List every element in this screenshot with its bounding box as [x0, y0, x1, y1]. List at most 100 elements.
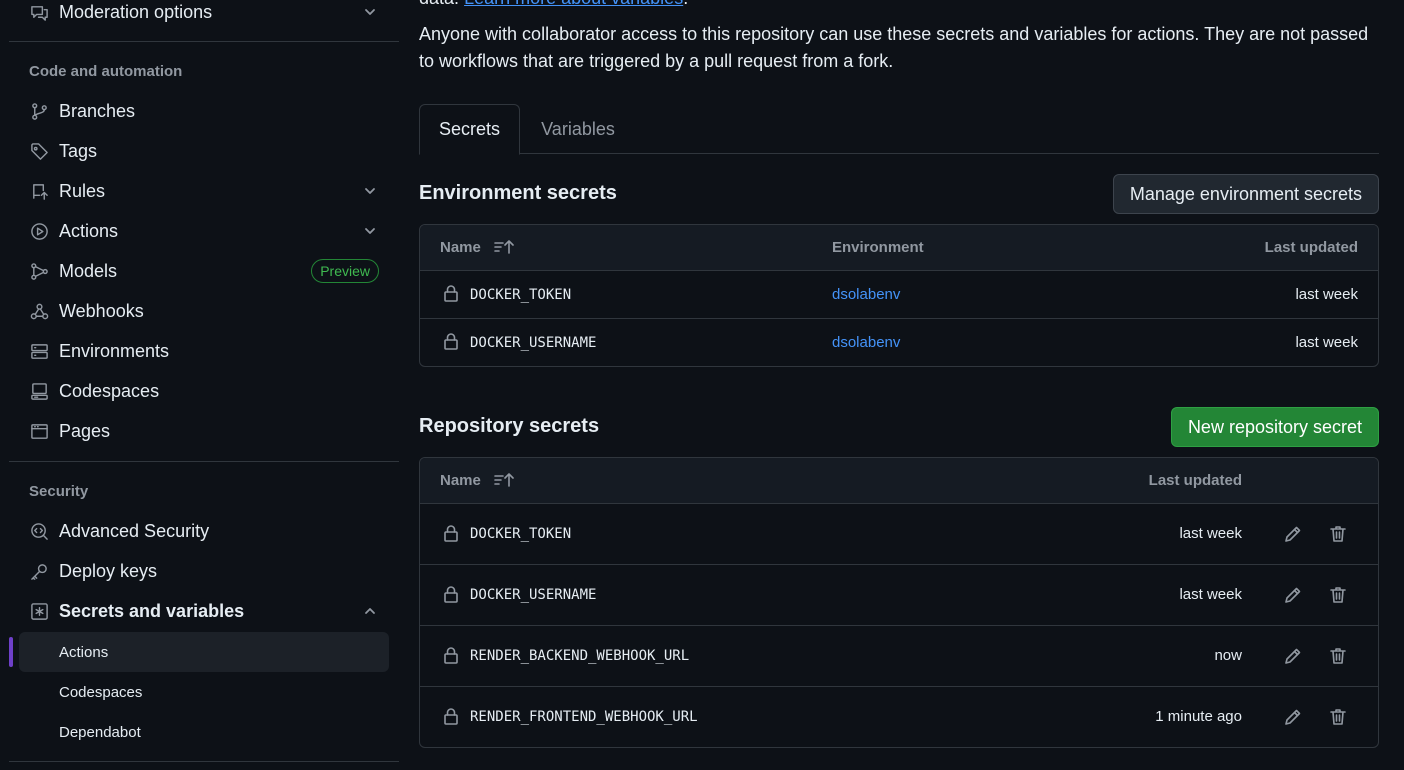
pencil-icon[interactable] — [1283, 524, 1303, 544]
lock-icon — [442, 707, 460, 725]
sidebar-item-label: Tags — [59, 140, 98, 161]
sidebar-item-label: Actions — [59, 220, 119, 241]
active-indicator — [9, 637, 13, 667]
sidebar-item-pages[interactable]: Pages — [19, 413, 389, 449]
secret-name: DOCKER_TOKEN — [470, 287, 572, 303]
table-header: Name Environment Last updated — [420, 225, 1378, 271]
table-header: Name Last updated — [420, 458, 1378, 504]
server-icon — [29, 341, 49, 361]
repository-secrets-heading: Repository secrets — [419, 415, 600, 437]
sidebar-item-branches[interactable]: Branches — [19, 93, 389, 129]
tab-secrets[interactable]: Secrets — [419, 104, 520, 155]
secrets-variables-tabs: Secrets Variables — [419, 104, 1379, 155]
comment-discussion-icon — [29, 2, 49, 22]
sidebar-item-label: Moderation options — [59, 1, 213, 22]
learn-more-variables-link[interactable]: Learn more about variables — [464, 0, 683, 8]
sidebar-item-tags[interactable]: Tags — [19, 133, 389, 169]
sidebar-divider — [9, 461, 399, 462]
sidebar-item-label: Models — [59, 260, 118, 281]
table-row: DOCKER_TOKEN dsolabenv last week — [420, 271, 1378, 319]
last-updated: last week — [1179, 586, 1242, 603]
repository-secrets-table: Name Last updated DOCKER_TOKEN last week… — [419, 457, 1379, 748]
manage-environment-secrets-button[interactable]: Manage environment secrets — [1112, 174, 1379, 214]
sidebar-divider — [9, 41, 399, 42]
sidebar-item-label: Rules — [59, 180, 106, 201]
browser-icon — [29, 421, 49, 441]
sidebar-subitem-label: Actions — [59, 643, 109, 661]
lock-icon — [442, 332, 460, 350]
chevron-down-icon — [363, 184, 377, 198]
key-asterisk-icon — [29, 601, 49, 621]
sidebar-item-label: Environments — [59, 340, 170, 361]
preview-badge: Preview — [311, 259, 379, 283]
sidebar-subitem-dependabot[interactable]: Dependabot — [19, 712, 389, 752]
sidebar-item-label: Pages — [59, 420, 111, 441]
lock-icon — [442, 524, 460, 542]
sidebar-item-actions[interactable]: Actions — [19, 213, 389, 249]
ai-model-icon — [29, 261, 49, 281]
sort-ascending-icon[interactable] — [493, 238, 515, 256]
chevron-up-icon — [363, 604, 377, 618]
table-row: DOCKER_USERNAME last week — [420, 565, 1378, 626]
column-header-last-updated: Last updated — [1264, 239, 1358, 256]
trash-icon[interactable] — [1328, 707, 1348, 727]
sidebar-item-label: Branches — [59, 100, 136, 121]
sidebar-item-label: Webhooks — [59, 300, 144, 321]
sidebar-item-label: Advanced Security — [59, 520, 210, 541]
tab-variables[interactable]: Variables — [529, 104, 627, 154]
pencil-icon[interactable] — [1283, 707, 1303, 727]
column-header-last-updated: Last updated — [1148, 472, 1242, 489]
sort-ascending-icon[interactable] — [493, 471, 515, 489]
table-row: RENDER_BACKEND_WEBHOOK_URL now — [420, 626, 1378, 687]
last-updated: last week — [1295, 334, 1358, 351]
lock-icon — [442, 585, 460, 603]
pencil-icon[interactable] — [1283, 646, 1303, 666]
last-updated: 1 minute ago — [1155, 708, 1242, 725]
sidebar-subitem-label: Dependabot — [59, 723, 141, 741]
sidebar-subitem-actions[interactable]: Actions — [19, 632, 389, 672]
new-repository-secret-button[interactable]: New repository secret — [1170, 407, 1379, 447]
chevron-down-icon — [363, 224, 377, 238]
key-icon — [29, 561, 49, 581]
intro-suffix: . — [683, 0, 688, 8]
section-heading-code-and-automation: Code and automation — [29, 63, 183, 80]
sidebar-subitem-codespaces[interactable]: Codespaces — [19, 672, 389, 712]
sidebar-item-models[interactable]: Models Preview — [19, 253, 389, 289]
sidebar-item-rules[interactable]: Rules — [19, 173, 389, 209]
trash-icon[interactable] — [1328, 585, 1348, 605]
git-branch-icon — [29, 101, 49, 121]
sidebar-item-advanced-security[interactable]: Advanced Security — [19, 513, 389, 549]
chevron-down-icon — [363, 5, 377, 19]
tag-icon — [29, 141, 49, 161]
sidebar-item-webhooks[interactable]: Webhooks — [19, 293, 389, 329]
trash-icon[interactable] — [1328, 524, 1348, 544]
sidebar-item-label: Deploy keys — [59, 560, 158, 581]
table-row: RENDER_FRONTEND_WEBHOOK_URL 1 minute ago — [420, 687, 1378, 747]
intro-text-top: data. Learn more about variables. — [419, 0, 688, 9]
sidebar-item-environments[interactable]: Environments — [19, 333, 389, 369]
sidebar-item-secrets-and-variables[interactable]: Secrets and variables — [19, 593, 389, 629]
lock-icon — [442, 646, 460, 664]
intro-prefix: data. — [419, 0, 459, 8]
codescan-icon — [29, 521, 49, 541]
last-updated: last week — [1295, 286, 1358, 303]
intro-text: Anyone with collaborator access to this … — [419, 24, 1369, 71]
lock-icon — [442, 284, 460, 302]
table-row: DOCKER_USERNAME dsolabenv last week — [420, 319, 1378, 366]
pencil-icon[interactable] — [1283, 585, 1303, 605]
environment-link[interactable]: dsolabenv — [832, 334, 900, 351]
trash-icon[interactable] — [1328, 646, 1348, 666]
secret-name: DOCKER_USERNAME — [470, 587, 597, 603]
sidebar-item-deploy-keys[interactable]: Deploy keys — [19, 553, 389, 589]
sidebar-item-moderation-options[interactable]: Moderation options — [19, 0, 389, 30]
column-header-name: Name — [440, 472, 481, 489]
settings-sidebar: Moderation options Code and automation B… — [9, 0, 399, 770]
environment-link[interactable]: dsolabenv — [832, 286, 900, 303]
sidebar-subitem-label: Codespaces — [59, 683, 143, 701]
last-updated: now — [1214, 647, 1242, 664]
sidebar-item-codespaces[interactable]: Codespaces — [19, 373, 389, 409]
secret-name: RENDER_FRONTEND_WEBHOOK_URL — [470, 709, 698, 725]
secret-name: DOCKER_TOKEN — [470, 526, 572, 542]
environment-secrets-table: Name Environment Last updated DOCKER_TOK… — [419, 224, 1379, 367]
sidebar-item-label: Secrets and variables — [59, 600, 245, 621]
